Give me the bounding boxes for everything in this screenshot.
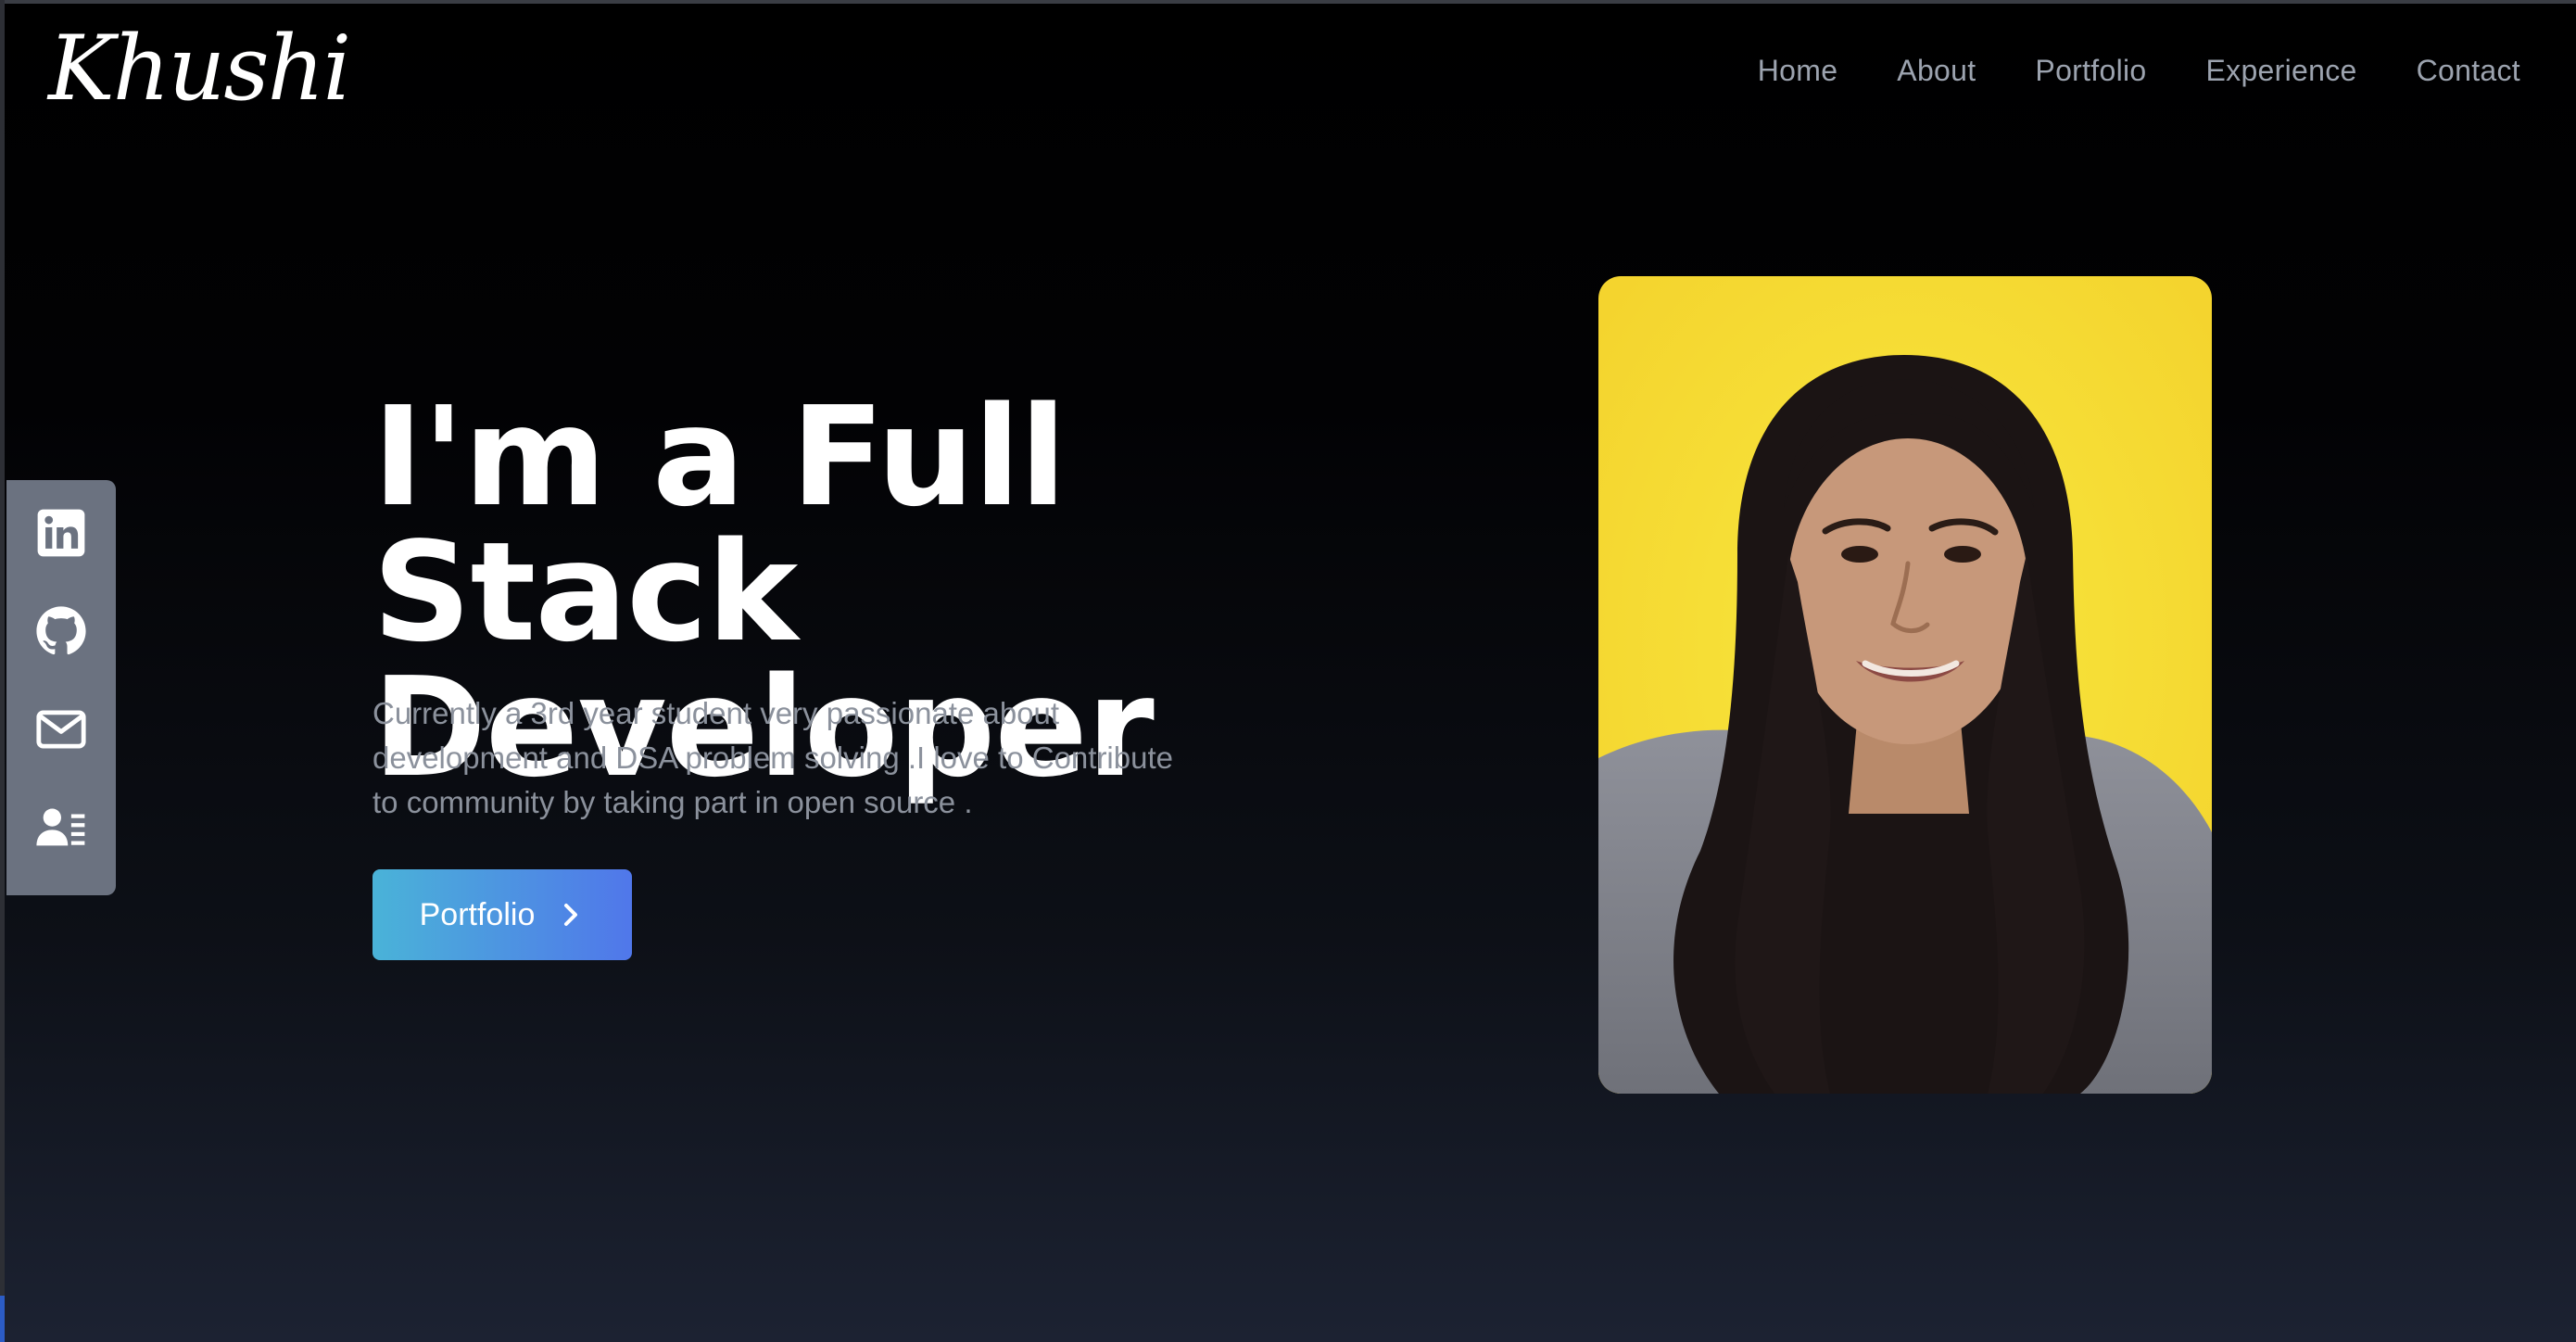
mail-icon bbox=[36, 710, 86, 749]
portfolio-button-label: Portfolio bbox=[419, 896, 536, 932]
logo[interactable]: Khushi bbox=[48, 11, 351, 127]
window-top-border bbox=[0, 0, 2576, 4]
resume-icon bbox=[36, 808, 85, 846]
profile-photo-illustration bbox=[1598, 276, 2212, 1094]
window-left-accent bbox=[0, 1296, 5, 1342]
linkedin-icon bbox=[37, 509, 85, 557]
linkedin-link[interactable] bbox=[28, 502, 95, 563]
nav-item-portfolio[interactable]: Portfolio bbox=[2035, 54, 2146, 88]
window-left-border bbox=[0, 0, 5, 1342]
profile-photo bbox=[1598, 276, 2212, 1094]
github-link[interactable] bbox=[28, 601, 95, 662]
hero-description: Currently a 3rd year student very passio… bbox=[373, 696, 1173, 819]
social-sidebar bbox=[6, 480, 116, 895]
hero-title-line1: I'm a Full Stack bbox=[373, 377, 1067, 672]
portfolio-button[interactable]: Portfolio bbox=[373, 869, 632, 960]
nav-item-about[interactable]: About bbox=[1897, 54, 1976, 88]
nav-item-contact[interactable]: Contact bbox=[2417, 54, 2520, 88]
email-link[interactable] bbox=[28, 699, 95, 760]
nav-item-home[interactable]: Home bbox=[1758, 54, 1838, 88]
nav-item-experience[interactable]: Experience bbox=[2206, 54, 2357, 88]
main-nav: Home About Portfolio Experience Contact bbox=[1758, 54, 2520, 88]
chevron-right-icon bbox=[564, 904, 578, 926]
resume-link[interactable] bbox=[28, 797, 95, 858]
github-icon bbox=[36, 606, 86, 655]
